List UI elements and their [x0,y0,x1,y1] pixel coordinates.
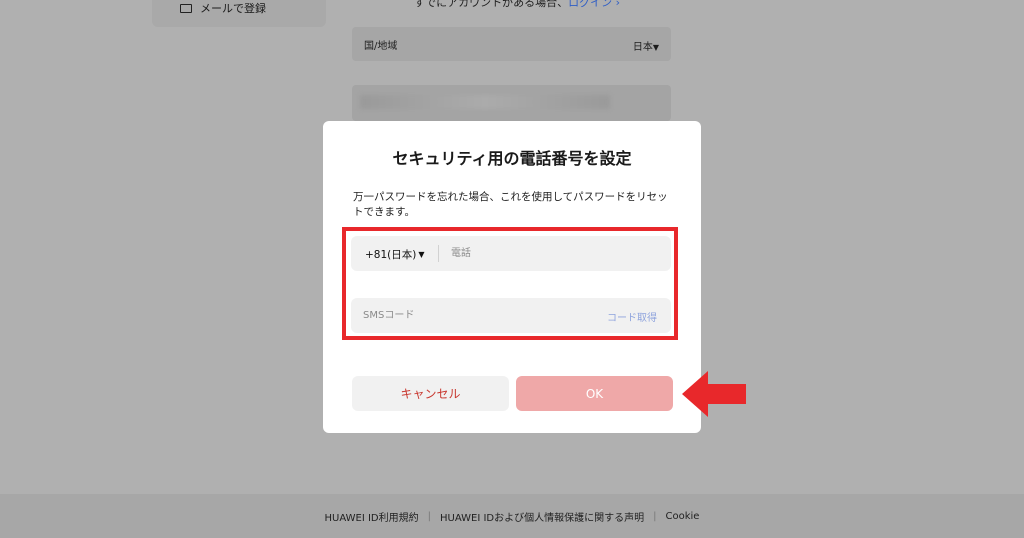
login-prompt-text: すでにアカウントがある場合、 [414,0,569,9]
blurred-value [360,95,610,109]
login-link[interactable]: ログイン [568,0,612,9]
blurred-account-field [352,85,671,121]
region-value: 日本▼ [633,38,659,53]
footer-link-privacy[interactable]: HUAWEI IDおよび個人情報保護に関する声明 [440,509,644,524]
footer: HUAWEI ID利用規約 | HUAWEI IDおよび個人情報保護に関する声明… [0,494,1024,538]
footer-separator: | [653,510,657,522]
email-signup-label: メールで登録 [200,2,266,15]
footer-link-terms[interactable]: HUAWEI ID利用規約 [325,509,419,524]
footer-link-cookie[interactable]: Cookie [666,511,700,522]
footer-separator: | [427,510,432,522]
region-label: 国/地域 [364,41,398,52]
highlight-box [342,227,678,340]
ok-button[interactable]: OK [516,376,673,411]
arrow-left-icon [682,371,746,417]
caret-down-icon: ▼ [652,43,659,52]
email-signup-option[interactable]: メールで登録 [180,0,266,16]
region-value-text: 日本 [632,42,653,53]
dialog-description: 万一パスワードを忘れた場合、これを使用してパスワードをリセットできます。 [353,191,668,218]
region-select[interactable]: 国/地域 日本▼ [352,27,671,61]
dialog-title: セキュリティ用の電話番号を設定 [392,149,632,168]
mail-icon [180,3,192,13]
chevron-right-icon: › [612,0,621,9]
login-prompt: すでにアカウントがある場合、ログイン › [414,0,620,10]
cancel-button[interactable]: キャンセル [352,376,509,411]
